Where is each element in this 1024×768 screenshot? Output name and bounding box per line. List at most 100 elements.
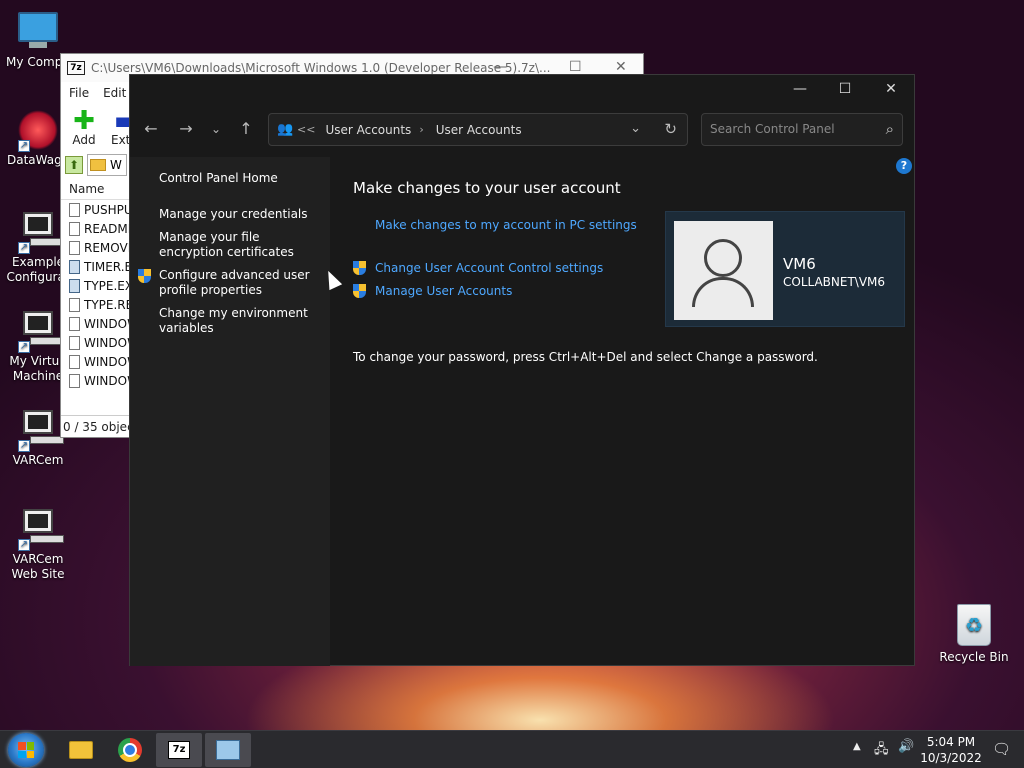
breadcrumb-item[interactable]: User Accounts [325,123,411,137]
file-name: TYPE.EXE [84,278,131,293]
file-name: WINDOW [84,335,131,350]
file-list-item[interactable]: REMOVE [61,238,131,257]
shortcut-arrow-icon: ↗ [18,539,30,551]
virtual-machine-icon: ↗ [16,410,64,452]
chrome-icon [118,738,142,762]
file-name: WINDOW [84,316,131,331]
back-arrow-icon[interactable]: ← [141,119,161,138]
search-input[interactable] [710,122,870,136]
breadcrumb-chevron-icon[interactable]: › [419,123,423,136]
menu-edit[interactable]: Edit [103,86,126,100]
address-dropdown-chevron-icon[interactable]: ⌄ [630,121,641,136]
shortcut-arrow-icon: ↗ [18,440,30,452]
control-panel-home-link[interactable]: Control Panel Home [159,171,319,186]
file-name: TIMER.EX [84,259,131,274]
uac-shield-icon [353,261,366,275]
close-icon[interactable]: ✕ [881,81,901,99]
virtual-machine-icon: ↗ [16,311,64,353]
virtual-machine-icon: ↗ [16,212,64,254]
file-icon [69,202,80,217]
sevenzip-path-field[interactable]: W [87,154,127,176]
folder-icon [90,159,106,171]
file-list-item[interactable]: TYPE.EXE [61,276,131,295]
advanced-profile-properties-link[interactable]: Configure advanced user profile properti… [159,268,319,298]
file-icon [69,240,80,255]
maximize-icon[interactable]: ☐ [569,59,582,75]
control-panel-icon [216,740,240,760]
control-panel-titlebar[interactable]: — ☐ ✕ [130,75,914,105]
menu-file[interactable]: File [69,86,89,100]
search-box[interactable]: ⌕ [701,113,903,146]
start-button[interactable] [8,733,44,767]
file-list-item[interactable]: TYPE.RES [61,295,131,314]
taskbar-clock[interactable]: 5:04 PM 10/3/2022 [918,734,984,766]
file-icon [69,354,80,369]
taskbar-7zip[interactable]: 7z [156,733,202,767]
file-name: PUSHPU [84,202,131,217]
desktop-icon-recycle-bin[interactable]: ♻ Recycle Bin [936,604,1012,665]
breadcrumb-overflow[interactable]: << [297,123,315,136]
taskbar-file-explorer[interactable] [58,733,104,767]
file-list-item[interactable]: PUSHPU [61,200,131,219]
shortcut-arrow-icon: ↗ [18,242,30,254]
refresh-icon[interactable]: ↻ [664,120,677,138]
manage-user-accounts-link[interactable]: Manage User Accounts [375,284,512,298]
file-icon [69,373,80,388]
file-icon [69,335,80,350]
file-name: WINDOW [84,373,131,388]
file-encryption-certificates-link[interactable]: Manage your file encryption certificates [159,230,319,260]
up-arrow-icon[interactable]: ↑ [236,119,256,138]
add-button[interactable]: ✚ Add [69,108,99,147]
file-list-item[interactable]: README [61,219,131,238]
file-icon [69,316,80,331]
folder-icon [69,741,93,759]
shortcut-arrow-icon: ↗ [18,341,30,353]
page-title: Make changes to your user account [353,179,621,197]
uac-shield-icon [353,284,366,298]
desktop-icon-label: VARCem [12,453,64,467]
file-name: README [84,221,131,236]
show-hidden-icons-chevron-icon[interactable]: ▲ [853,741,861,752]
uac-settings-link[interactable]: Change User Account Control settings [375,261,603,275]
main-content: Make changes to your user account Make c… [330,157,915,666]
file-list-item[interactable]: WINDOW [61,371,131,390]
up-folder-icon[interactable]: ⬆ [65,156,83,174]
datawagon-icon: ↗ [16,110,60,152]
minimize-icon[interactable]: — [790,81,810,99]
pc-settings-link[interactable]: Make changes to my account in PC setting… [375,218,637,232]
forward-arrow-icon[interactable]: → [176,119,196,138]
environment-variables-link[interactable]: Change my environment variables [159,306,319,336]
user-domain: COLLABNET\VM6 [783,275,886,289]
clock-date: 10/3/2022 [920,751,982,765]
sevenzip-icon: 7z [168,741,190,759]
file-list-item[interactable]: WINDOW [61,352,131,371]
notifications-icon[interactable]: 🗨 [992,740,1011,758]
volume-icon[interactable]: 🔊 [898,739,914,754]
sevenzip-path-text: W [110,158,122,172]
network-icon[interactable]: 🖧 [874,740,889,762]
minimize-icon[interactable]: — [493,59,507,75]
file-name: REMOVE [84,240,131,255]
password-instructions: To change your password, press Ctrl+Alt+… [353,350,818,364]
avatar [674,221,773,320]
search-icon[interactable]: ⌕ [886,120,894,138]
breadcrumb-item[interactable]: User Accounts [436,123,522,137]
taskbar-control-panel[interactable] [205,733,251,767]
file-list-item[interactable]: TIMER.EX [61,257,131,276]
windows-logo-icon [18,742,34,758]
user-icon-body [692,277,754,307]
maximize-icon[interactable]: ☐ [835,81,855,99]
virtual-machine-icon: ↗ [16,509,64,551]
manage-credentials-link[interactable]: Manage your credentials [159,207,319,222]
control-panel-window[interactable]: — ☐ ✕ ← → ⌄ ↑ 👥 << User Accounts › User … [129,74,915,666]
user-account-card: VM6 COLLABNET\VM6 [665,211,905,327]
file-list-item[interactable]: WINDOW [61,333,131,352]
close-icon[interactable]: ✕ [615,59,627,75]
address-bar[interactable]: 👥 << User Accounts › User Accounts ⌄ ↻ [268,113,688,146]
recent-locations-chevron-icon[interactable]: ⌄ [206,122,226,136]
file-list-item[interactable]: WINDOW [61,314,131,333]
desktop-icon-varcem-web-site[interactable]: ↗ VARCem Web Site [0,505,76,582]
taskbar-chrome[interactable] [107,733,153,767]
file-name: TYPE.RES [84,297,131,312]
shortcut-arrow-icon: ↗ [18,140,30,152]
